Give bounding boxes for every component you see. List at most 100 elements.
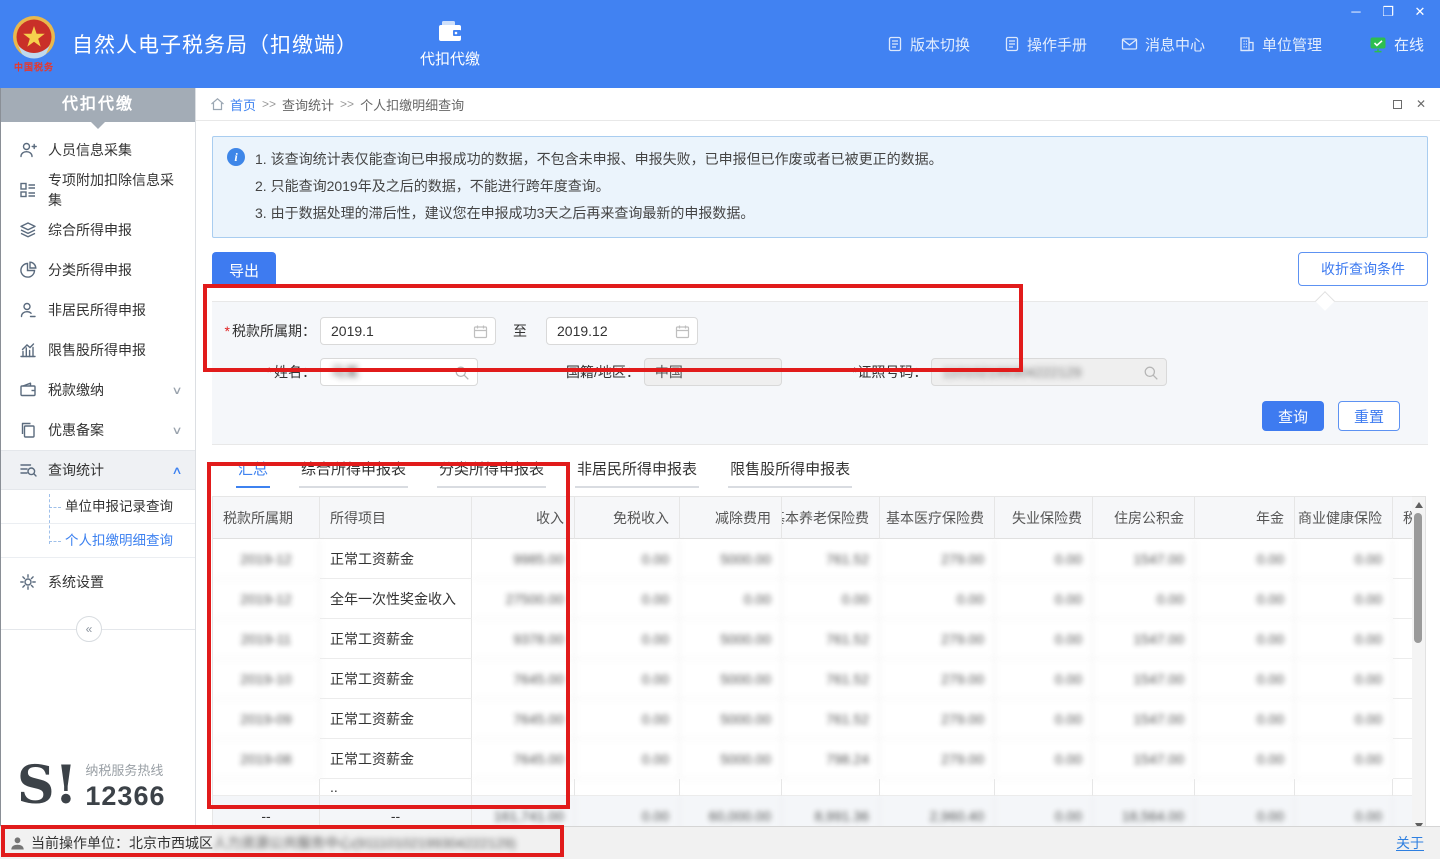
info-icon: i xyxy=(227,148,245,166)
column-header-8: 住房公积金 xyxy=(1093,497,1195,539)
sidebar-header: 代扣代缴 xyxy=(1,88,195,122)
table-cell: 0.00 xyxy=(1093,579,1195,619)
table-cell: 2019-10 xyxy=(213,659,320,699)
table-cell xyxy=(472,779,575,796)
copy-icon xyxy=(19,421,37,439)
period-to-input[interactable]: 2019.12 xyxy=(546,317,698,345)
search-icon[interactable] xyxy=(1143,365,1159,381)
table-row[interactable]: 2019-09正常工资薪金7645.000.005000.00761.52279… xyxy=(213,699,1412,739)
sidebar-item-personnel-info[interactable]: 人员信息采集 xyxy=(1,130,195,170)
table-cell: 0.00 xyxy=(1195,659,1295,699)
sidebar-item-nonresident-income[interactable]: 非居民所得申报 xyxy=(1,290,195,330)
tax-emblem-logo xyxy=(12,15,56,59)
table-cell: 5000.00 xyxy=(680,539,782,579)
menu-manual[interactable]: 操作手册 xyxy=(1004,34,1087,55)
table-cell: 全年一次性奖金收入 xyxy=(320,579,472,619)
menu-version-switch[interactable]: 版本切换 xyxy=(887,34,970,55)
table-cell xyxy=(1393,779,1412,796)
sidebar-item-restricted-shares[interactable]: 限售股所得申报 xyxy=(1,330,195,370)
export-button[interactable]: 导出 xyxy=(212,252,276,288)
table-row[interactable]: 2019-08正常工资薪金7645.000.005000.00798.24279… xyxy=(213,739,1412,779)
person-icon xyxy=(19,301,37,319)
close-icon[interactable]: ✕ xyxy=(1412,4,1428,20)
hotline-mark: S! xyxy=(17,763,77,810)
reset-button[interactable]: 重置 xyxy=(1338,401,1400,431)
menu-message-center[interactable]: 消息中心 xyxy=(1121,34,1205,55)
sidebar-collapse-button[interactable]: « xyxy=(76,616,102,642)
table-cell: 279.00 xyxy=(880,539,995,579)
id-number-input[interactable]: 110102199304222129 xyxy=(931,358,1167,386)
name-input[interactable]: 马某 xyxy=(320,358,478,386)
table-cell xyxy=(575,779,680,796)
content-panel: 首页 >> 查询统计 >> 个人扣缴明细查询 ✕ i 1. 该查询统计表仅能查询… xyxy=(196,88,1440,826)
table-cell: 279.00 xyxy=(880,739,995,779)
period-from-input[interactable]: 2019.1 xyxy=(320,317,496,345)
sidebar-subitem-unit-declare-query[interactable]: 单位申报记录查询 xyxy=(1,490,195,524)
tab-nonresident[interactable]: 非居民所得申报表 xyxy=(575,458,699,488)
table-cell: 0.00 xyxy=(1295,619,1393,659)
column-header-9: 年金 xyxy=(1195,497,1295,539)
scroll-up-icon[interactable] xyxy=(1415,502,1423,508)
tab-restricted-shares[interactable]: 限售股所得申报表 xyxy=(728,458,852,488)
sidebar-item-comprehensive-income[interactable]: 综合所得申报 xyxy=(1,210,195,250)
sidebar-item-label: 系统设置 xyxy=(48,572,104,592)
panel-close-icon[interactable]: ✕ xyxy=(1416,97,1426,111)
sidebar-item-query-statistics[interactable]: 查询统计 ∧ xyxy=(1,450,195,490)
table-cell: 0.00 xyxy=(575,539,680,579)
table-cell: 0.00 xyxy=(1295,699,1393,739)
calendar-icon[interactable] xyxy=(675,324,690,339)
result-tabs: 汇总 综合所得申报表 分类所得申报表 非居民所得申报表 限售股所得申报表 xyxy=(212,458,1428,488)
table-cell: 0.00 xyxy=(995,619,1093,659)
table-row[interactable]: 2019-12全年一次性奖金收入27500.000.000.000.000.00… xyxy=(213,579,1412,619)
search-icon[interactable] xyxy=(454,365,470,381)
panel-maximize-icon[interactable] xyxy=(1393,100,1402,109)
table-row[interactable]: 2019-10正常工资薪金7645.000.005000.00761.52279… xyxy=(213,659,1412,699)
building-icon xyxy=(1239,36,1255,52)
tab-comprehensive[interactable]: 综合所得申报表 xyxy=(299,458,408,488)
table-cell: 0.00 xyxy=(995,579,1093,619)
table-cell xyxy=(1393,739,1412,779)
sidebar-item-classified-income[interactable]: 分类所得申报 xyxy=(1,250,195,290)
table-cell: 798.24 xyxy=(782,739,880,779)
table-header-row: 税款所属期所得项目收入免税收入减除费用基本养老保险费基本医疗保险费失业保险费住房… xyxy=(213,497,1412,539)
column-header-1: 所得项目 xyxy=(320,497,472,539)
current-unit-label: 当前操作单位： xyxy=(31,833,129,853)
table-cell: 2019-09 xyxy=(213,699,320,739)
breadcrumb-home[interactable]: 首页 xyxy=(230,95,256,114)
sidebar-item-special-deduction[interactable]: 专项附加扣除信息采集 xyxy=(1,170,195,210)
period-label: *税款所属期： xyxy=(212,321,316,341)
minimize-icon[interactable]: ─ xyxy=(1348,4,1364,20)
sidebar-subitem-personal-withholding-query[interactable]: 个人扣缴明细查询 xyxy=(1,524,195,558)
table-row[interactable]: 2019-11正常工资薪金9378.000.005000.00761.52279… xyxy=(213,619,1412,659)
menu-org-management[interactable]: 单位管理 xyxy=(1239,34,1322,55)
table-cell: 0.00 xyxy=(1195,619,1295,659)
tab-classified[interactable]: 分类所得申报表 xyxy=(437,458,546,488)
home-icon xyxy=(210,97,225,111)
collapse-filter-button[interactable]: 收折查询条件 xyxy=(1298,252,1428,286)
table-row[interactable]: .. xyxy=(213,779,1412,796)
chevron-down-icon: ∨ xyxy=(171,424,182,437)
table-cell: 7645.00 xyxy=(472,739,575,779)
sidebar-submenu: 单位申报记录查询 个人扣缴明细查询 xyxy=(1,490,195,558)
person-add-icon xyxy=(19,141,37,159)
user-icon xyxy=(10,836,25,851)
vertical-scroll-thumb[interactable] xyxy=(1414,513,1422,643)
nav-withholding[interactable]: 代扣代缴 xyxy=(420,19,480,69)
hotline-number: 12366 xyxy=(85,781,165,812)
table-row[interactable]: 2019-12正常工资薪金9985.000.005000.00761.52279… xyxy=(213,539,1412,579)
query-button[interactable]: 查询 xyxy=(1262,401,1324,431)
sidebar-item-system-settings[interactable]: 系统设置 xyxy=(1,562,195,602)
sidebar-item-tax-payment[interactable]: 税款缴纳 ∨ xyxy=(1,370,195,410)
filter-panel-notch xyxy=(1315,291,1335,311)
sidebar-item-preferential-filing[interactable]: 优惠备案 ∨ xyxy=(1,410,195,450)
about-link[interactable]: 关于 xyxy=(1396,833,1424,853)
table-cell: 5000.00 xyxy=(680,619,782,659)
table-cell xyxy=(880,779,995,796)
column-header-10: 商业健康保险 xyxy=(1295,497,1393,539)
table-cell: 7645.00 xyxy=(472,699,575,739)
tab-summary[interactable]: 汇总 xyxy=(236,458,270,488)
restore-icon[interactable]: ❐ xyxy=(1380,4,1396,20)
vertical-scrollbar[interactable] xyxy=(1412,496,1426,835)
calendar-icon[interactable] xyxy=(473,324,488,339)
column-header-6: 基本医疗保险费 xyxy=(880,497,995,539)
